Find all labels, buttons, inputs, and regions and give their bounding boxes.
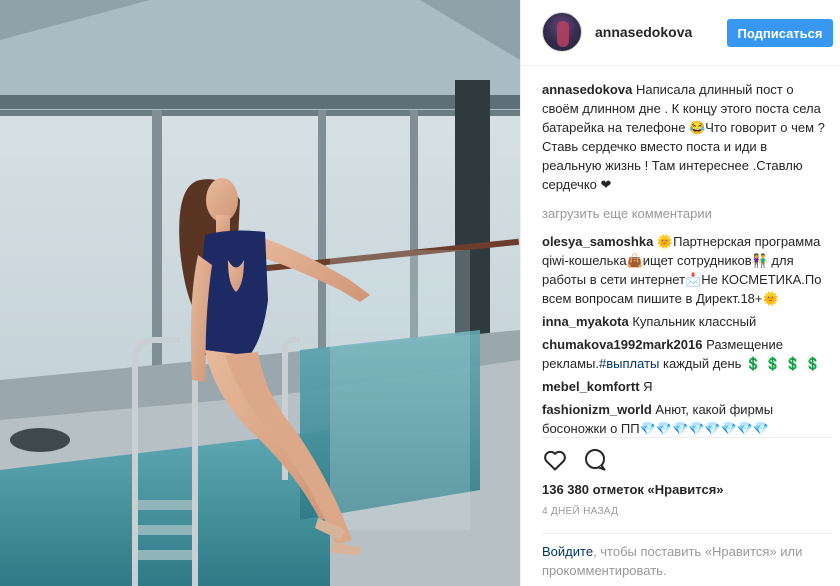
caption: annasedokova Написала длинный пост о сво… <box>542 80 827 194</box>
hashtag-link[interactable]: #выплаты <box>599 356 659 371</box>
instagram-post: annasedokova Подписаться annasedokova На… <box>0 0 840 586</box>
author-username[interactable]: annasedokova <box>595 24 692 40</box>
post-timestamp: 4 дней назад <box>542 506 619 517</box>
comment-username[interactable]: mebel_komfortt <box>542 379 640 394</box>
money-emoji: 💲 💲 💲 💲 <box>745 356 821 371</box>
divider <box>542 437 832 438</box>
likes-count[interactable]: 136 380 отметок «Нравится» <box>542 482 724 497</box>
login-link[interactable]: Войдите <box>542 544 593 559</box>
caption-text: Написала длинный пост о своём длинном дн… <box>542 82 825 192</box>
post-photo[interactable] <box>0 0 520 586</box>
comments-list[interactable]: annasedokova Написала длинный пост о сво… <box>542 80 827 435</box>
comment-text: Купальник классный <box>632 314 757 329</box>
follow-button[interactable]: Подписаться <box>727 19 833 47</box>
post-sidebar: annasedokova Подписаться annasedokova На… <box>520 0 840 586</box>
comment-item: olesya_samoshka 🌞Партнерская программа q… <box>542 232 827 308</box>
comment-item: inna_myakota Купальник классный <box>542 312 827 331</box>
post-header: annasedokova Подписаться <box>521 0 840 66</box>
comment-item: chumakova1992mark2016 Размещение рекламы… <box>542 335 827 373</box>
load-more-comments-link[interactable]: загрузить еще комментарии <box>542 204 827 223</box>
speech-bubble-icon[interactable] <box>582 447 608 473</box>
login-prompt: Войдите, чтобы поставить «Нравится» или … <box>542 542 832 580</box>
comment-username[interactable]: olesya_samoshka <box>542 234 653 249</box>
comment-item: fashionizm_world Анют, какой фирмы босон… <box>542 400 827 435</box>
comment-username[interactable]: fashionizm_world <box>542 402 652 417</box>
comment-text: Я <box>643 379 653 394</box>
caption-username[interactable]: annasedokova <box>542 82 632 97</box>
comment-item: mebel_komfortt Я <box>542 377 827 396</box>
divider <box>542 533 832 534</box>
comment-username[interactable]: inna_myakota <box>542 314 629 329</box>
action-bar <box>542 447 608 473</box>
avatar[interactable] <box>542 12 582 52</box>
pool-scene-illustration <box>0 0 520 586</box>
comment-username[interactable]: chumakova1992mark2016 <box>542 337 702 352</box>
comment-text: каждый день <box>659 356 742 371</box>
heart-outline-icon[interactable] <box>542 447 568 473</box>
